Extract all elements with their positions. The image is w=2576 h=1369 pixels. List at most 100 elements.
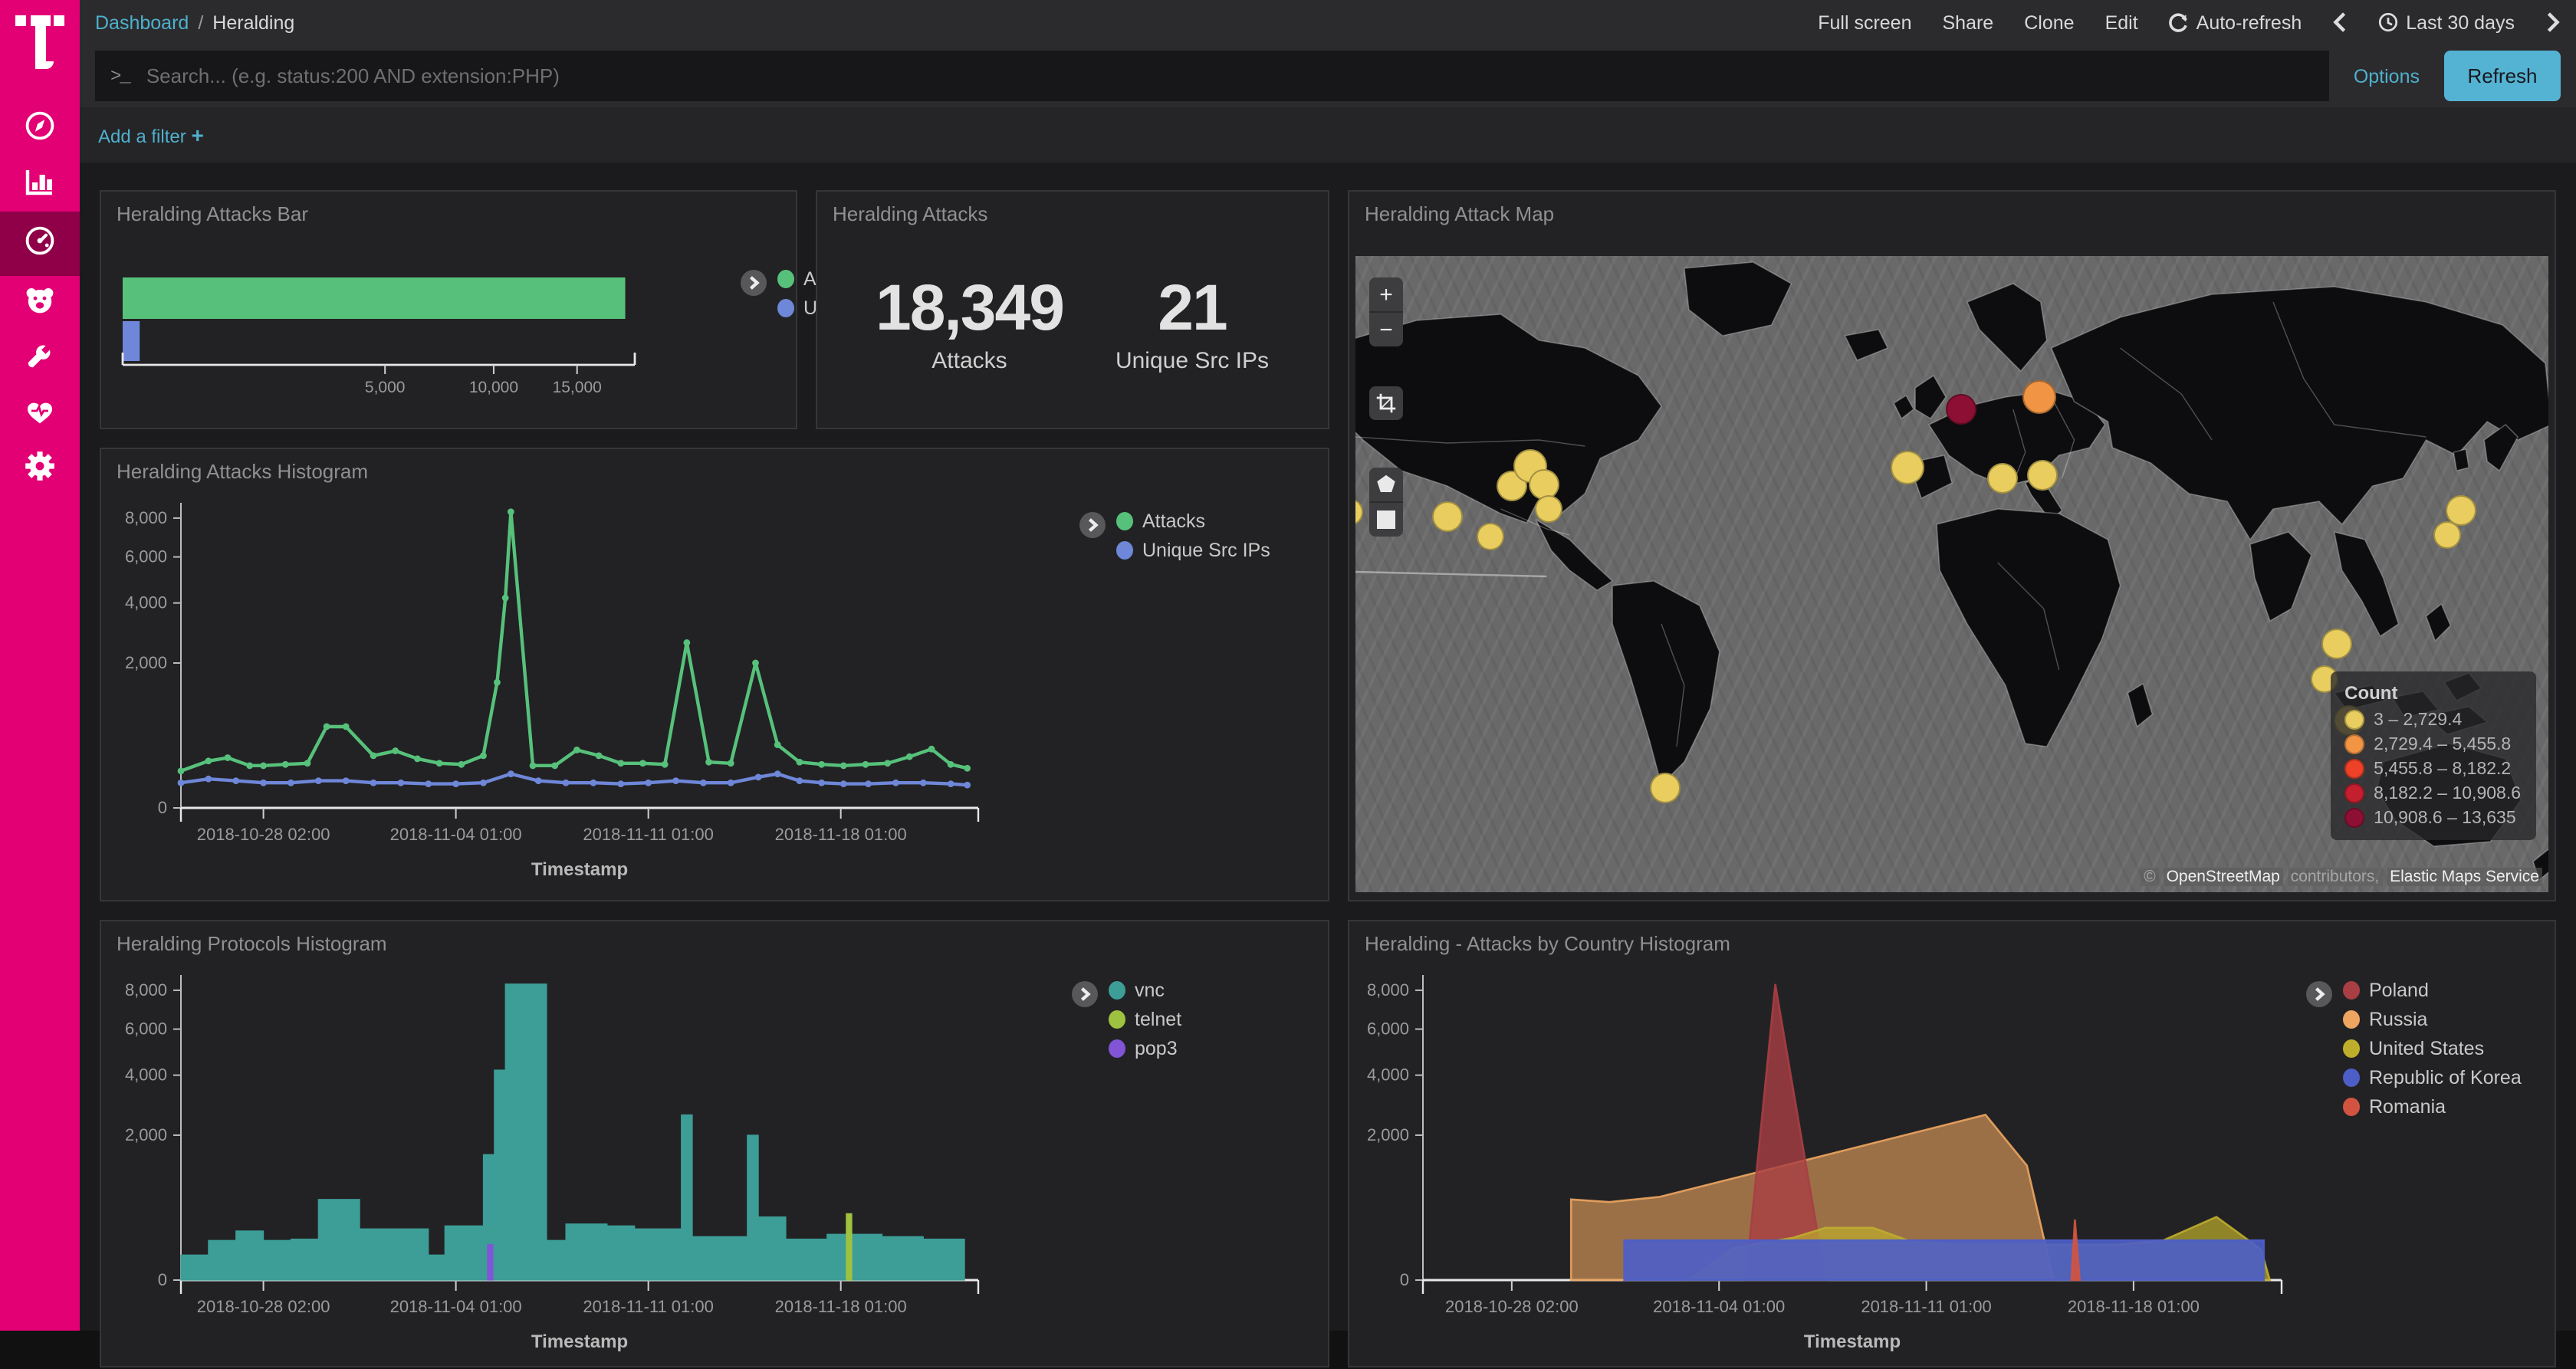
metric-value: 21 — [1116, 271, 1269, 345]
options-link[interactable]: Options — [2354, 65, 2420, 87]
sidebar — [0, 0, 80, 1331]
svg-text:2018-11-11 01:00: 2018-11-11 01:00 — [1861, 1297, 1991, 1316]
edit-button[interactable]: Edit — [2105, 11, 2138, 33]
clone-button[interactable]: Clone — [2024, 11, 2074, 33]
legend-expand-button[interactable] — [2306, 981, 2332, 1007]
elastic-maps-service-link[interactable]: Elastic Maps Service — [2387, 868, 2542, 886]
attack-location-dot[interactable] — [1650, 773, 1681, 803]
map-attribution: © OpenStreetMap contributors, Elastic Ma… — [2141, 868, 2542, 886]
zoom-out-button[interactable]: − — [1369, 313, 1403, 346]
sidebar-item-timelion[interactable] — [0, 276, 80, 331]
legend-item[interactable]: United States — [2343, 1038, 2522, 1059]
legend: Poland Russia United States Republic of Kor… — [2306, 980, 2522, 1118]
plus-icon: + — [191, 123, 203, 147]
legend-item[interactable]: Romania — [2343, 1096, 2522, 1118]
zoom-in-button[interactable]: + — [1369, 277, 1403, 313]
draw-controls — [1369, 468, 1403, 537]
legend-color-dot — [1109, 981, 1125, 1000]
rectangle-draw-button[interactable] — [1369, 503, 1403, 537]
legend-item[interactable]: vnc — [1109, 980, 1181, 1001]
attack-location-dot[interactable] — [1432, 501, 1463, 532]
time-forward-button[interactable] — [2545, 12, 2561, 32]
svg-text:0: 0 — [158, 1270, 167, 1289]
legend-item[interactable]: telnet — [1109, 1009, 1181, 1030]
panel-attacks-bar: Heralding Attacks Bar 5,00010,00015,000 … — [100, 190, 797, 429]
legend-range-label: 8,182.2 – 10,908.6 — [2374, 784, 2521, 803]
legend-item[interactable]: Russia — [2343, 1009, 2522, 1030]
refresh-button[interactable]: Refresh — [2444, 51, 2561, 101]
legend-color-dot — [2344, 759, 2364, 779]
query-prompt-icon: >_ — [110, 65, 130, 87]
legend-item[interactable]: pop3 — [1109, 1038, 1181, 1059]
svg-text:6,000: 6,000 — [125, 547, 167, 566]
svg-text:4,000: 4,000 — [125, 593, 167, 612]
sidebar-item-monitoring[interactable] — [0, 386, 80, 442]
map-legend-item: 10,908.6 – 13,635 — [2344, 808, 2521, 828]
sidebar-item-management[interactable] — [0, 442, 80, 497]
map-legend: Count 3 – 2,729.42,729.4 – 5,455.85,455.… — [2331, 671, 2536, 840]
legend-item[interactable]: Unique Src IPs — [1116, 540, 1270, 561]
legend-color-dot — [777, 270, 794, 288]
sidebar-item-discover[interactable] — [0, 101, 80, 156]
legend-expand-button[interactable] — [1079, 512, 1106, 538]
time-back-button[interactable] — [2332, 12, 2348, 32]
panel-protocols-histogram: Heralding Protocols Histogram 02,0004,00… — [100, 920, 1329, 1367]
svg-text:Timestamp: Timestamp — [531, 1331, 628, 1352]
auto-refresh-button[interactable]: Auto-refresh — [2169, 11, 2302, 33]
full-screen-button[interactable]: Full screen — [1818, 11, 1911, 33]
attack-location-dot[interactable] — [2022, 380, 2056, 414]
world-map[interactable]: + − Count 3 – 2,729.42,729.4 – 5,455.85,… — [1355, 256, 2548, 892]
attack-location-dot[interactable] — [2027, 460, 2058, 491]
time-picker-button[interactable]: Last 30 days — [2378, 11, 2515, 33]
panel-title: Heralding Attacks — [817, 192, 1328, 225]
attack-location-dot[interactable] — [1891, 451, 1924, 484]
legend-color-dot — [2344, 734, 2364, 754]
legend-item[interactable]: Poland — [2343, 980, 2522, 1001]
legend-color-dot — [2343, 981, 2360, 1000]
gear-icon — [23, 448, 57, 490]
protocols-histogram-chart: 02,0004,0006,0008,0002018-10-28 02:00201… — [104, 961, 1086, 1369]
search-input[interactable] — [143, 63, 2314, 89]
zoom-controls: + − — [1369, 277, 1403, 346]
sidebar-item-dashboard[interactable] — [0, 212, 80, 276]
attack-location-dot[interactable] — [1946, 394, 1976, 425]
bounding-box-filter-button[interactable] — [1369, 386, 1403, 420]
add-filter-button[interactable]: Add a filter + — [98, 123, 204, 147]
attack-location-dot[interactable] — [1477, 523, 1504, 550]
sidebar-item-visualize[interactable] — [0, 156, 80, 212]
heartbeat-icon — [23, 393, 57, 435]
svg-text:2018-11-04 01:00: 2018-11-04 01:00 — [390, 1297, 522, 1316]
legend-expand-button[interactable] — [1072, 981, 1098, 1007]
legend-label: pop3 — [1135, 1038, 1178, 1059]
svg-text:8,000: 8,000 — [125, 980, 167, 1000]
top-navbar: Dashboard / Heralding Full screen Share … — [80, 0, 2576, 46]
polygon-draw-button[interactable] — [1369, 468, 1403, 503]
legend-expand-button[interactable] — [741, 270, 767, 296]
svg-text:2018-11-11 01:00: 2018-11-11 01:00 — [583, 825, 713, 844]
legend-color-dot — [2344, 710, 2364, 730]
attack-location-dot[interactable] — [2321, 629, 2352, 659]
attack-location-dot[interactable] — [1535, 495, 1562, 523]
svg-text:2018-10-28 02:00: 2018-10-28 02:00 — [197, 825, 330, 844]
legend-range-label: 10,908.6 – 13,635 — [2374, 809, 2515, 827]
legend-label: Unique Src IPs — [1142, 540, 1270, 561]
sidebar-nav — [0, 101, 80, 497]
svg-text:2,000: 2,000 — [1367, 1125, 1409, 1144]
attack-location-dot[interactable] — [2433, 521, 2461, 549]
share-button[interactable]: Share — [1943, 11, 1994, 33]
svg-text:2,000: 2,000 — [125, 653, 167, 672]
svg-text:2018-11-18 01:00: 2018-11-18 01:00 — [775, 1297, 907, 1316]
metric: 18,349Attacks — [876, 271, 1063, 374]
country-histogram-chart: 02,0004,0006,0008,0002018-10-28 02:00201… — [1352, 961, 2334, 1369]
attack-location-dot[interactable] — [1987, 463, 2018, 494]
sidebar-item-dev-tools[interactable] — [0, 331, 80, 386]
openstreetmap-link[interactable]: OpenStreetMap — [2164, 868, 2283, 886]
breadcrumb-dashboard[interactable]: Dashboard — [95, 11, 189, 33]
svg-text:0: 0 — [158, 798, 167, 817]
kibana-dashboard: Dashboard / Heralding Full screen Share … — [0, 0, 2576, 1331]
legend-item[interactable]: Republic of Korea — [2343, 1067, 2522, 1088]
svg-text:Timestamp: Timestamp — [531, 859, 628, 880]
svg-text:4,000: 4,000 — [125, 1065, 167, 1085]
map-legend-title: Count — [2344, 682, 2521, 704]
legend-item[interactable]: Attacks — [1116, 511, 1270, 532]
